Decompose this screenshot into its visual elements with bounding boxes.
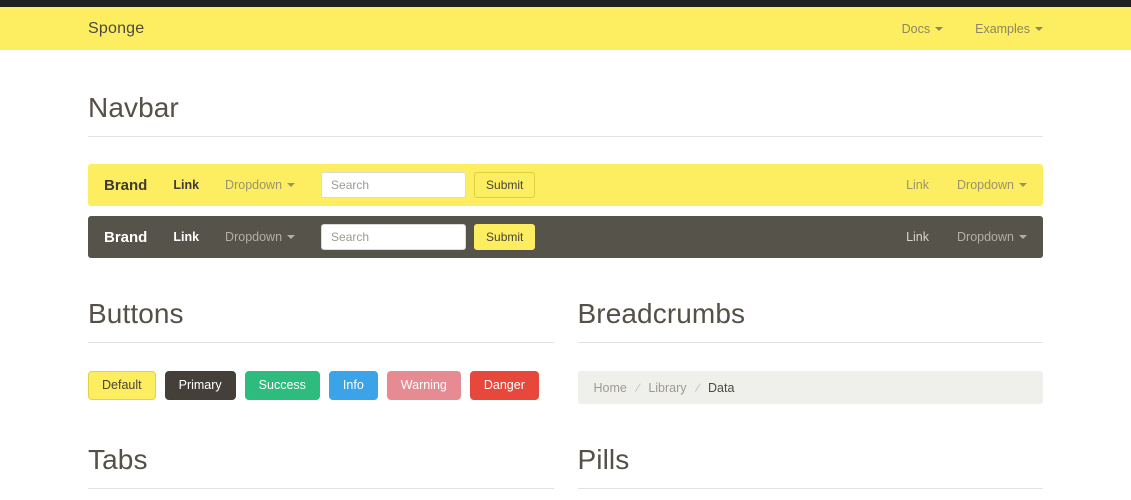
top-accent-bar	[0, 0, 1131, 7]
site-navbar: Sponge Docs Examples	[0, 7, 1131, 50]
breadcrumb-separator: /	[633, 380, 642, 395]
navbar-right-links: Link Dropdown	[906, 178, 1027, 192]
button-success[interactable]: Success	[244, 371, 320, 400]
site-nav-item-examples-label: Examples	[975, 21, 1030, 36]
site-brand[interactable]: Sponge	[88, 20, 144, 38]
navbar-right-dropdown-label: Dropdown	[957, 230, 1014, 244]
search-input[interactable]	[321, 172, 467, 198]
chevron-down-icon	[287, 183, 296, 187]
navbar-examples: Brand Link Dropdown Submit Link Dropdown…	[88, 164, 1043, 258]
breadcrumb-item-library[interactable]: Library	[648, 381, 686, 395]
navbar-dropdown[interactable]: Dropdown	[225, 230, 296, 244]
submit-button[interactable]: Submit	[474, 224, 536, 250]
navbar-right-dropdown-label: Dropdown	[957, 178, 1014, 192]
section-title-buttons: Buttons	[88, 258, 554, 343]
page-content: Navbar Brand Link Dropdown Submit Link D…	[0, 50, 1131, 489]
navbar-brand[interactable]: Brand	[104, 177, 147, 194]
button-primary[interactable]: Primary	[164, 371, 236, 400]
tabs-pills-row: Tabs Pills	[88, 404, 1043, 489]
section-title-tabs: Tabs	[88, 404, 554, 489]
chevron-down-icon	[287, 235, 296, 239]
demo-navbar-light: Brand Link Dropdown Submit Link Dropdown	[88, 164, 1043, 206]
button-warning[interactable]: Warning	[386, 371, 461, 400]
navbar-link[interactable]: Link	[173, 178, 199, 192]
buttons-breadcrumbs-row: Buttons Default Primary Success Info Warning…	[88, 258, 1043, 404]
navbar-search-form: Submit	[321, 172, 536, 198]
navbar-dropdown-label: Dropdown	[225, 178, 283, 192]
navbar-right-dropdown[interactable]: Dropdown	[957, 178, 1027, 192]
demo-navbar-dark: Brand Link Dropdown Submit Link Dropdown	[88, 216, 1043, 258]
site-nav-item-docs-label: Docs	[901, 21, 931, 36]
site-nav-item-examples[interactable]: Examples	[975, 22, 1043, 36]
section-title-breadcrumbs: Breadcrumbs	[577, 258, 1043, 343]
chevron-down-icon	[1019, 183, 1027, 187]
button-default[interactable]: Default	[88, 371, 156, 400]
navbar-dropdown-label: Dropdown	[225, 230, 283, 244]
navbar-dropdown[interactable]: Dropdown	[225, 178, 296, 192]
tabs-column: Tabs	[88, 404, 554, 489]
pills-column: Pills	[577, 404, 1043, 489]
submit-button[interactable]: Submit	[474, 172, 536, 198]
breadcrumb-separator: /	[693, 380, 702, 395]
navbar-right-dropdown[interactable]: Dropdown	[957, 230, 1027, 244]
section-title-navbar: Navbar	[88, 50, 1043, 137]
navbar-right-links: Link Dropdown	[906, 230, 1027, 244]
navbar-right-link[interactable]: Link	[906, 230, 929, 244]
button-info[interactable]: Info	[328, 371, 378, 400]
button-group: Default Primary Success Info Warning Danger	[88, 371, 554, 400]
buttons-column: Buttons Default Primary Success Info Warning…	[88, 258, 554, 404]
navbar-link[interactable]: Link	[173, 230, 199, 244]
navbar-right-link[interactable]: Link	[906, 178, 929, 192]
breadcrumb-item-home[interactable]: Home	[594, 381, 627, 395]
navbar-search-form: Submit	[321, 224, 536, 250]
chevron-down-icon	[1019, 235, 1027, 239]
breadcrumbs-column: Breadcrumbs Home / Library / Data	[577, 258, 1043, 404]
navbar-brand[interactable]: Brand	[104, 229, 147, 246]
section-title-pills: Pills	[577, 404, 1043, 489]
breadcrumb-item-data: Data	[708, 380, 735, 395]
site-nav-item-docs[interactable]: Docs	[901, 21, 944, 36]
search-input[interactable]	[321, 224, 467, 250]
chevron-down-icon	[935, 26, 944, 31]
chevron-down-icon	[1035, 26, 1043, 31]
breadcrumb: Home / Library / Data	[577, 371, 1043, 404]
button-danger[interactable]: Danger	[469, 371, 539, 400]
site-nav-links: Docs Examples	[902, 22, 1043, 36]
